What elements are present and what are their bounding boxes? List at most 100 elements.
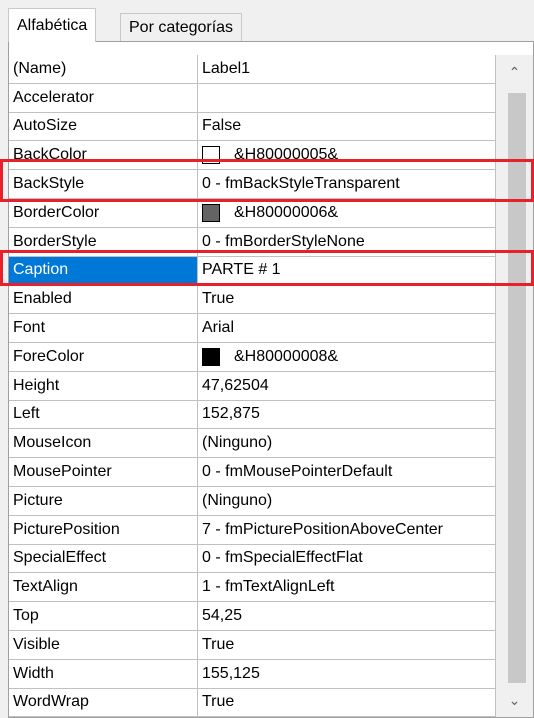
property-value[interactable]: 1 - fmTextAlignLeft — [198, 573, 496, 603]
property-row[interactable]: PicturePosition 7 - fmPicturePositionAbov… — [9, 515, 496, 545]
property-value[interactable]: True — [198, 285, 496, 315]
property-value[interactable]: 0 - fmSpecialEffectFlat — [198, 544, 496, 574]
property-name[interactable]: ForeColor — [9, 342, 198, 372]
property-value-text: (Ninguno) — [202, 434, 273, 452]
scrollbar-thumb[interactable] — [508, 93, 526, 683]
property-name[interactable]: Top — [9, 602, 198, 631]
tab-por-categorias[interactable]: Por categorías — [120, 13, 243, 42]
property-row[interactable]: MousePointer 0 - fmMousePointerDefault — [9, 458, 496, 487]
property-value-text: PARTE # 1 — [202, 261, 281, 279]
property-name[interactable]: WordWrap — [9, 688, 198, 718]
property-row[interactable]: BorderStyle 0 - fmBorderStyleNone — [9, 227, 496, 257]
property-value[interactable]: (Ninguno) — [198, 486, 496, 516]
property-value-text: 0 - fmSpecialEffectFlat — [202, 549, 363, 567]
property-value-text: Label1 — [202, 59, 251, 77]
property-value[interactable]: 0 - fmBorderStyleNone — [198, 227, 496, 257]
property-value[interactable]: Label1 — [198, 55, 496, 84]
property-row[interactable]: Caption PARTE # 1 — [9, 256, 496, 286]
property-row[interactable]: AutoSize False — [9, 112, 496, 142]
property-value-text: (Ninguno) — [202, 491, 273, 509]
property-row[interactable]: SpecialEffect 0 - fmSpecialEffectFlat — [9, 544, 496, 574]
chevron-down-icon[interactable]: ⌄ — [496, 683, 533, 717]
property-value[interactable]: False — [198, 112, 496, 142]
property-value[interactable]: 0 - fmBackStyleTransparent — [198, 170, 496, 199]
property-value[interactable]: Arial — [198, 314, 496, 343]
property-value-text: &H80000006& — [234, 203, 339, 221]
property-name[interactable]: Font — [9, 314, 198, 343]
property-name[interactable]: MouseIcon — [9, 429, 198, 459]
property-name[interactable]: Left — [9, 400, 198, 430]
property-value-text: 0 - fmBorderStyleNone — [202, 232, 365, 250]
property-row[interactable]: Picture (Ninguno) — [9, 486, 496, 516]
property-row[interactable]: Font Arial — [9, 314, 496, 343]
property-value[interactable]: &H80000006& — [198, 198, 496, 228]
property-value[interactable]: 54,25 — [198, 602, 496, 631]
property-name[interactable]: BorderStyle — [9, 227, 198, 257]
property-value[interactable]: True — [198, 630, 496, 660]
property-name[interactable]: PicturePosition — [9, 515, 198, 545]
vertical-scrollbar[interactable]: ⌃ ⌄ — [496, 55, 533, 717]
property-name[interactable]: BackStyle — [9, 170, 198, 199]
property-value[interactable]: (Ninguno) — [198, 429, 496, 459]
property-name[interactable]: Enabled — [9, 285, 198, 315]
property-value[interactable]: 0 - fmMousePointerDefault — [198, 458, 496, 487]
property-value[interactable]: &H80000008& — [198, 342, 496, 372]
property-row[interactable]: Width 155,125 — [9, 659, 496, 689]
property-value[interactable]: True — [198, 688, 496, 718]
property-value-text: Arial — [202, 319, 235, 337]
property-value[interactable]: 47,62504 — [198, 371, 496, 401]
color-swatch-icon — [202, 347, 220, 366]
property-row[interactable]: BorderColor &H80000006& — [9, 198, 496, 228]
property-value-text: 0 - fmMousePointerDefault — [202, 463, 393, 481]
property-value-text: 54,25 — [202, 607, 243, 625]
property-name[interactable]: SpecialEffect — [9, 544, 198, 574]
property-row[interactable]: Accelerator — [9, 83, 496, 113]
property-row[interactable]: BackStyle 0 - fmBackStyleTransparent — [9, 170, 496, 199]
property-row[interactable]: MouseIcon (Ninguno) — [9, 429, 496, 459]
tab-strip: Alfabética Por categorías — [0, 0, 534, 42]
property-row[interactable]: (Name) Label1 — [9, 55, 496, 84]
property-value-text: 0 - fmBackStyleTransparent — [202, 175, 400, 193]
property-value-text: &H80000005& — [234, 146, 339, 164]
property-row[interactable]: Height 47,62504 — [9, 371, 496, 401]
property-name[interactable]: Width — [9, 659, 198, 689]
property-name[interactable]: TextAlign — [9, 573, 198, 603]
property-name[interactable]: MousePointer — [9, 458, 198, 487]
property-name[interactable]: Height — [9, 371, 198, 401]
property-name[interactable]: (Name) — [9, 55, 198, 84]
tab-alfabetica[interactable]: Alfabética — [8, 8, 97, 42]
property-value[interactable]: PARTE # 1 — [198, 256, 496, 286]
property-name[interactable]: Picture — [9, 486, 198, 516]
property-row[interactable]: BackColor &H80000005& — [9, 141, 496, 171]
property-value[interactable]: &H80000005& — [198, 141, 496, 171]
property-name[interactable]: BackColor — [9, 141, 198, 171]
color-swatch-icon — [202, 203, 220, 222]
property-row[interactable]: Enabled True — [9, 285, 496, 315]
property-list: (Name) Label1 Accelerator AutoSize False Back… — [9, 55, 496, 718]
property-value-text: False — [202, 117, 242, 135]
property-value[interactable]: 155,125 — [198, 659, 496, 689]
property-value[interactable]: 152,875 — [198, 400, 496, 430]
chevron-up-icon[interactable]: ⌃ — [496, 55, 533, 89]
property-row[interactable]: Left 152,875 — [9, 400, 496, 430]
property-value[interactable] — [198, 83, 496, 113]
color-swatch-icon — [202, 146, 220, 165]
property-name[interactable]: BorderColor — [9, 198, 198, 228]
property-value-text: &H80000008& — [234, 347, 339, 365]
property-name[interactable]: Caption — [9, 256, 198, 286]
property-row[interactable]: Visible True — [9, 630, 496, 660]
property-row[interactable]: ForeColor &H80000008& — [9, 342, 496, 372]
property-row[interactable]: WordWrap True — [9, 688, 496, 718]
property-value-text: True — [202, 290, 235, 308]
property-name[interactable]: Accelerator — [9, 83, 198, 113]
property-row[interactable]: TextAlign 1 - fmTextAlignLeft — [9, 573, 496, 603]
property-value-text: 7 - fmPicturePositionAboveCenter — [202, 520, 443, 538]
property-name[interactable]: Visible — [9, 630, 198, 660]
property-value[interactable]: 7 - fmPicturePositionAboveCenter — [198, 515, 496, 545]
property-row[interactable]: Top 54,25 — [9, 602, 496, 631]
property-value-text: 152,875 — [202, 405, 260, 423]
property-value-text: True — [202, 635, 235, 653]
property-value-text: 1 - fmTextAlignLeft — [202, 578, 335, 596]
property-value-text: 155,125 — [202, 664, 260, 682]
property-name[interactable]: AutoSize — [9, 112, 198, 142]
